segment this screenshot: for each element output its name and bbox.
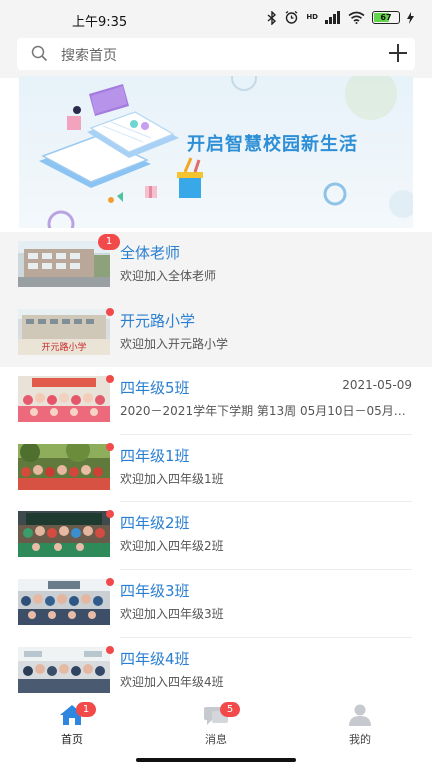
battery-level: 67 <box>380 13 392 22</box>
conversation-title: 四年级3班 <box>120 581 190 600</box>
conversation-title: 全体老师 <box>120 244 181 262</box>
status-icons: HD 67 <box>267 10 414 25</box>
search-input[interactable]: 搜索首页 <box>61 45 117 65</box>
list-item[interactable]: 四年级5班 2021-05-09 2020－2021学年下学期 第13周 05月… <box>0 367 432 435</box>
unread-dot <box>106 307 114 316</box>
tab-messages-label: 消息 <box>205 733 227 746</box>
unread-dot <box>106 442 114 451</box>
signal-icon <box>325 11 340 24</box>
user-icon <box>349 704 371 726</box>
conversation-preview: 欢迎加入四年级2班 <box>120 539 224 554</box>
list-item[interactable]: 1 全体老师 欢迎加入全体老师 <box>0 232 432 300</box>
bluetooth-icon <box>267 10 277 25</box>
conversation-title: 四年级2班 <box>120 514 190 533</box>
messages-unread-badge: 5 <box>220 702 240 717</box>
banner-slogan: 开启智慧校园新生活 <box>187 134 358 155</box>
conversation-preview: 欢迎加入开元路小学 <box>120 336 229 351</box>
conversation-title: 四年级1班 <box>120 446 190 465</box>
unread-badge: 1 <box>98 234 120 250</box>
home-indicator <box>136 758 296 762</box>
unread-dot <box>106 645 114 654</box>
list-item[interactable]: 四年级2班 欢迎加入四年级2班 <box>0 502 432 570</box>
search-bar[interactable]: 搜索首页 <box>17 38 415 70</box>
network-type: HD <box>306 13 318 21</box>
unread-dot <box>106 375 114 384</box>
conversation-list: 1 全体老师 欢迎加入全体老师 开元路小学 开元路小学 欢迎加入开元路小学 四年… <box>0 232 432 705</box>
add-icon[interactable] <box>387 42 409 64</box>
tab-home-label: 首页 <box>61 733 83 746</box>
wifi-icon <box>348 11 365 24</box>
conversation-date: 2021-05-09 <box>342 378 412 393</box>
banner[interactable]: 开启智慧校园新生活 <box>19 76 413 228</box>
group-avatar: 开元路小学 <box>18 308 110 355</box>
conversation-title: 四年级4班 <box>120 649 190 668</box>
school-sign-text: 开元路小学 <box>41 341 86 353</box>
conversation-preview: 2020－2021学年下学期 第13周 05月10日－05月16日 <box>120 404 408 419</box>
tab-home[interactable]: 1 首页 <box>32 702 112 747</box>
charging-icon <box>407 11 414 24</box>
conversation-title: 开元路小学 <box>120 311 196 330</box>
list-item[interactable]: 四年级3班 欢迎加入四年级3班 <box>0 570 432 638</box>
conversation-preview: 欢迎加入全体老师 <box>120 269 217 283</box>
conversation-preview: 欢迎加入四年级1班 <box>120 471 224 486</box>
home-unread-badge: 1 <box>76 702 96 717</box>
alarm-icon <box>285 10 298 24</box>
group-avatar <box>18 376 110 423</box>
group-avatar <box>18 241 110 287</box>
battery-icon: 67 <box>372 11 400 24</box>
tab-messages[interactable]: 5 消息 <box>176 702 256 747</box>
tab-profile[interactable]: 我的 <box>320 704 400 747</box>
group-avatar <box>18 646 110 693</box>
status-time: 上午9:35 <box>72 15 128 30</box>
unread-dot <box>106 510 114 519</box>
search-icon <box>31 45 48 62</box>
search-area: 搜索首页 <box>0 38 432 78</box>
tab-profile-label: 我的 <box>349 733 371 746</box>
group-avatar <box>18 511 110 558</box>
conversation-title: 四年级5班 <box>120 379 190 398</box>
status-bar: 上午9:35 HD 67 <box>0 0 432 38</box>
list-item[interactable]: 开元路小学 开元路小学 欢迎加入开元路小学 <box>0 299 432 368</box>
conversation-preview: 欢迎加入四年级4班 <box>120 674 224 689</box>
list-item[interactable]: 四年级1班 欢迎加入四年级1班 <box>0 435 432 503</box>
unread-dot <box>106 577 114 586</box>
group-avatar <box>18 443 110 490</box>
group-avatar <box>18 578 110 625</box>
conversation-preview: 欢迎加入四年级3班 <box>120 606 224 621</box>
